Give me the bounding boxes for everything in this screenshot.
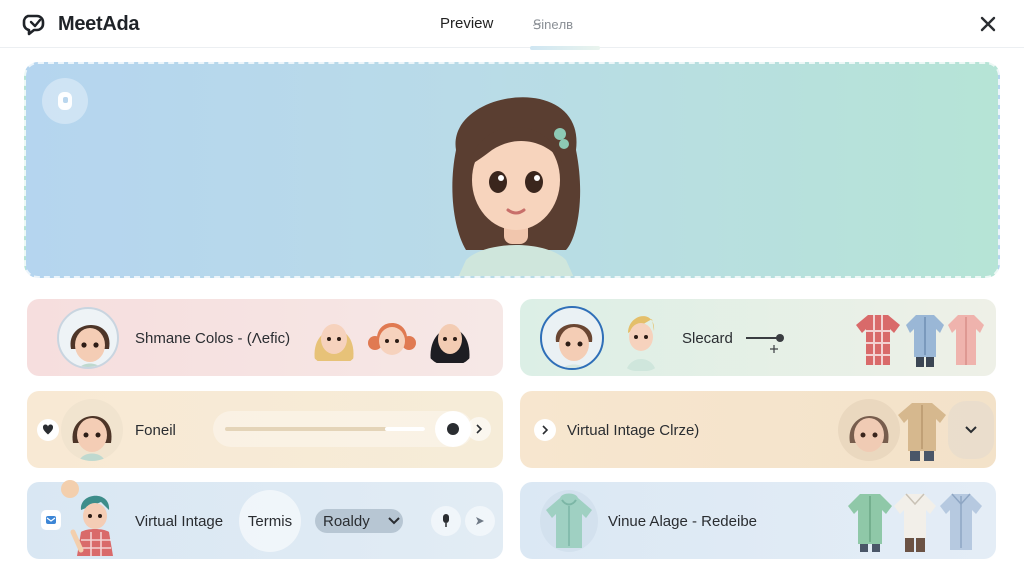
app-header: MeetAda Preview Ꞩineлв [0,0,1024,50]
avatar-option-blonde-boy[interactable] [616,307,666,371]
card-label: Slecard [682,330,733,347]
card-label: Virtual Intage Clrze) [567,422,700,439]
send-icon[interactable] [465,506,495,536]
card-label: Virtual Intage [135,513,224,530]
card-label: Shmane Colos - (Λefic) [135,330,291,347]
slider-thumb[interactable] [435,411,471,447]
brand-name: MeetAda [58,12,140,35]
avatar-option-redhead[interactable] [367,311,417,365]
avatar-option-blonde[interactable] [309,311,359,365]
outfit-hoodie-icon[interactable] [540,490,598,552]
card-skin-colors[interactable]: Shmane Colos - (Λefic) [27,299,503,376]
message-icon[interactable] [41,510,61,530]
logo: MeetAda [22,10,140,38]
tab-preview[interactable]: Preview [440,15,493,32]
tab-secondary[interactable]: Ꞩineлв [533,17,573,33]
style-slider[interactable] [744,333,790,353]
outfit-blue-coat-icon[interactable] [938,490,984,552]
dropdown-value: Roaldy [323,512,370,530]
outfit-denim-jacket-icon[interactable] [904,311,946,367]
outfit-trench-coat-icon[interactable] [896,399,948,461]
chevron-down-icon[interactable] [948,401,994,459]
card-vinue-alage[interactable]: Vinue Alage - Redeibe [520,482,996,559]
avatar-current[interactable] [57,307,119,369]
fit-slider-track[interactable] [213,411,473,447]
avatar-selected[interactable] [540,306,604,370]
card-style-select[interactable]: Slecard [520,299,996,376]
avatar-blurred [838,399,900,461]
card-label: Foneil [135,422,176,439]
avatar-preview-panel [24,62,1000,278]
tab-active-indicator [530,46,600,50]
avatar-option-dark-hair[interactable] [425,311,475,365]
microphone-icon[interactable] [431,506,461,536]
avatar-3d-preview [452,97,581,276]
card-virtual-intage-a[interactable]: Virtual Intage Clrze) [520,391,996,468]
chevron-down-icon [387,517,400,525]
terms-button[interactable]: Termis [239,490,301,552]
chevron-right-icon[interactable] [534,419,556,441]
card-virtual-intage-b[interactable]: Virtual Intage Termis Roaldy [27,480,503,559]
close-icon[interactable] [976,12,1000,36]
outfit-plaid-shirt-icon[interactable] [854,311,902,367]
slider-fill [385,427,425,431]
profile-badge-icon[interactable] [42,78,88,124]
outfit-green-coat-icon[interactable] [846,490,894,552]
outfit-white-jacket-icon[interactable] [892,490,938,552]
meetada-logo-icon [22,14,45,36]
avatar-plaid-boy [67,488,119,556]
avatar-fit [61,399,123,461]
card-label: Vinue Alage - Redeibe [608,513,758,530]
chevron-right-icon[interactable] [467,417,491,441]
favorite-heart-icon[interactable] [37,419,59,441]
outfit-pink-shirt-icon[interactable] [946,311,986,367]
card-fit-slider[interactable]: Foneil [27,391,503,468]
style-dropdown[interactable]: Roaldy [315,509,403,533]
